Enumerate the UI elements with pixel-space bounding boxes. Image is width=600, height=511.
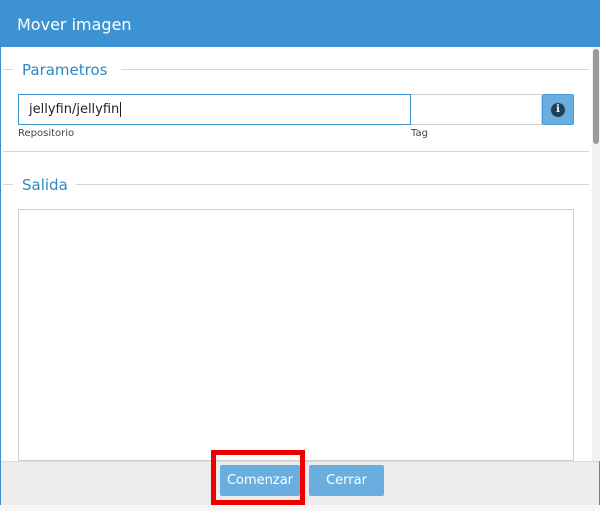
scrollbar-thumb[interactable]: [593, 49, 599, 144]
output-textarea[interactable]: [18, 209, 574, 461]
salida-rule: [76, 184, 589, 185]
salida-rule-left: [3, 184, 13, 185]
text-caret: [120, 102, 122, 117]
parametros-legend: Parametros: [22, 61, 108, 79]
info-button[interactable]: i: [542, 94, 574, 125]
repository-input-value: jellyfin/jellyfin: [29, 102, 120, 117]
highlight-box: [211, 450, 305, 505]
dialog-titlebar: Mover imagen: [1, 1, 599, 47]
info-icon: i: [551, 102, 565, 117]
salida-legend: Salida: [22, 176, 68, 194]
repository-label: Repositorio: [18, 128, 75, 139]
bottom-strip: [0, 505, 600, 511]
parametros-rule-left: [3, 69, 13, 70]
move-image-dialog: Mover imagen Parametros jellyfin/jellyfi…: [0, 0, 600, 511]
dialog-scrollbar[interactable]: [592, 47, 600, 461]
repository-input[interactable]: jellyfin/jellyfin: [18, 94, 411, 125]
section-divider: [3, 151, 589, 152]
parametros-rule: [121, 69, 589, 70]
close-button[interactable]: Cerrar: [309, 465, 384, 496]
tag-label: Tag: [411, 128, 428, 139]
tag-input[interactable]: [411, 94, 542, 125]
dialog-title: Mover imagen: [17, 15, 132, 34]
